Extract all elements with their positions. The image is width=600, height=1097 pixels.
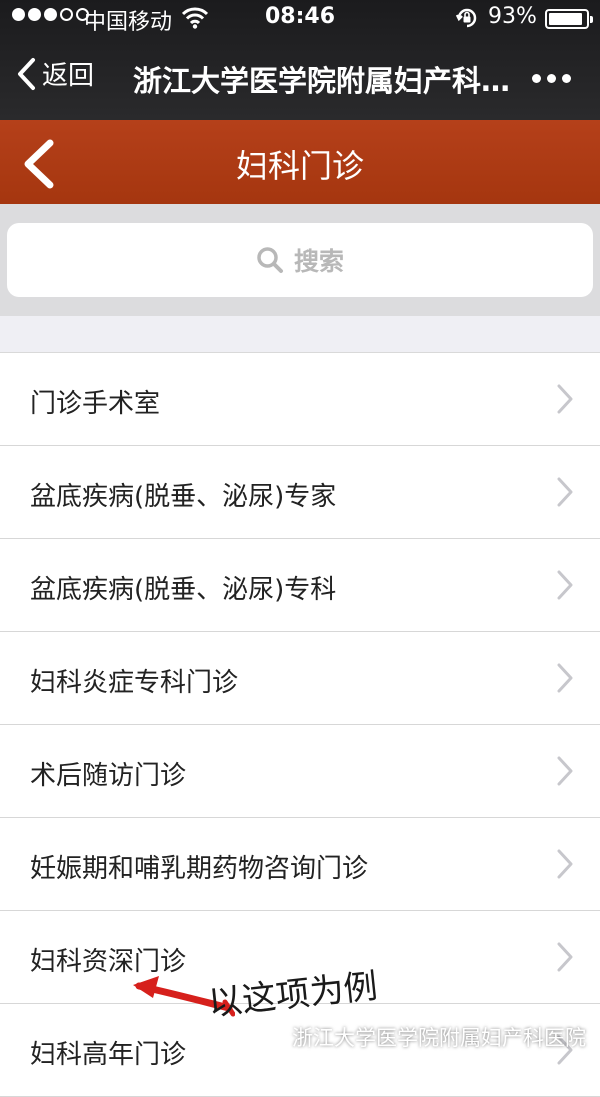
status-bar: 中国移动 08:46 93% (0, 0, 600, 40)
page-title: 妇科门诊 (235, 147, 364, 185)
wechat-back-label: 返回 (42, 61, 95, 91)
list-item[interactable]: 盆底疾病(脱垂、泌尿)专科 (0, 539, 600, 632)
list-item-label: 盆底疾病(脱垂、泌尿)专科 (30, 575, 337, 605)
list-item-label: 门诊手术室 (30, 389, 161, 419)
wechat-page-title: 浙江大学医学院附属妇产科医院 (133, 64, 523, 98)
search-placeholder: 搜索 (293, 247, 344, 276)
wechat-back-button[interactable]: 返回 (16, 55, 94, 92)
chevron-right-icon (557, 663, 573, 693)
list-item[interactable]: 妇科炎症专科门诊 (0, 632, 600, 725)
more-options-button[interactable] (532, 74, 571, 83)
list-item-label: 妊娠期和哺乳期药物咨询门诊 (30, 854, 369, 884)
battery-icon (545, 9, 593, 29)
list-item-label: 妇科高年门诊 (30, 1040, 187, 1070)
chevron-right-icon (557, 756, 573, 786)
list-item[interactable]: 术后随访门诊 (0, 725, 600, 818)
chevron-right-icon (557, 942, 573, 972)
list-item-label: 妇科炎症专科门诊 (30, 668, 239, 698)
list-item[interactable]: 门诊手术室 (0, 353, 600, 446)
list-item[interactable]: 妊娠期和哺乳期药物咨询门诊 (0, 818, 600, 911)
search-input[interactable]: 搜索 (7, 223, 593, 297)
chevron-right-icon (557, 570, 573, 600)
page-header: 妇科门诊 (0, 120, 600, 204)
list-item-label: 术后随访门诊 (30, 761, 187, 791)
more-dots-icon (532, 74, 541, 83)
chevron-right-icon (557, 477, 573, 507)
chevron-right-icon (557, 849, 573, 879)
chevron-left-icon (18, 57, 35, 90)
wechat-top-bar: 中国移动 08:46 93% 返回 浙江大学医学院附属妇产科医院 (0, 0, 600, 120)
wechat-logo-icon (258, 1026, 286, 1048)
search-icon (257, 247, 283, 273)
search-area: 搜索 (0, 204, 600, 316)
battery-level-fill (549, 13, 583, 25)
watermark: 浙江大学医学院附属妇产科医院 (258, 1022, 586, 1052)
chevron-right-icon (557, 384, 573, 414)
watermark-text: 浙江大学医学院附属妇产科医院 (292, 1026, 586, 1050)
rotation-lock-icon (455, 8, 477, 28)
battery-percentage: 93% (488, 4, 537, 29)
list-item-label: 盆底疾病(脱垂、泌尿)专家 (30, 482, 337, 512)
list-item[interactable]: 盆底疾病(脱垂、泌尿)专家 (0, 446, 600, 539)
